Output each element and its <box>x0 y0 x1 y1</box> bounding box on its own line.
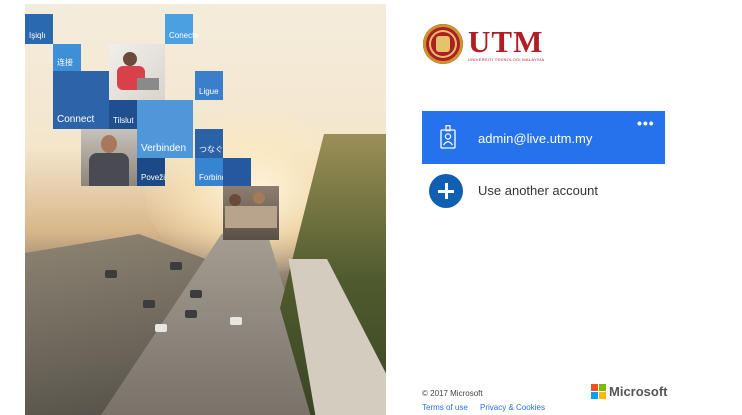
tile: Işiqlı <box>25 14 53 44</box>
photo-tile-meeting <box>223 186 279 240</box>
account-tile[interactable]: admin@live.utm.my ••• <box>422 111 665 164</box>
tile: Connect <box>53 71 109 129</box>
account-email: admin@live.utm.my <box>478 131 593 146</box>
car <box>190 290 202 298</box>
logo-subtitle: UNIVERSITI TEKNOLOGI MALAYSIA <box>468 57 545 62</box>
use-another-account-button[interactable]: Use another account <box>429 174 665 210</box>
use-another-account-label: Use another account <box>478 183 598 198</box>
tile: Forbind <box>195 158 226 186</box>
tile: Ligue <box>195 71 223 100</box>
photo-tile-man-phone <box>81 129 137 186</box>
tile: Conecte <box>165 14 199 44</box>
tile: Verbinden <box>137 100 193 158</box>
tile: Tilslut <box>109 100 137 129</box>
utm-seal-icon <box>423 24 463 64</box>
tile: 连接 <box>53 44 81 71</box>
plus-circle-icon <box>429 174 463 208</box>
tile: Poveži <box>137 158 165 186</box>
logo-wordmark: UTM <box>468 24 544 59</box>
hero-image: Işiqlı 连接 Conecte Connect Tilslut Ligue … <box>25 4 386 415</box>
utm-logo: UTM UNIVERSITI TEKNOLOGI MALAYSIA <box>423 24 553 68</box>
privacy-cookies-link[interactable]: Privacy & Cookies <box>480 403 545 412</box>
badge-person-icon <box>440 125 456 149</box>
car <box>155 324 167 332</box>
car <box>170 262 182 270</box>
microsoft-wordmark: Microsoft <box>609 384 668 399</box>
tile: つなぐ <box>195 129 223 158</box>
car <box>105 270 117 278</box>
terms-of-use-link[interactable]: Terms of use <box>422 403 468 412</box>
car <box>143 300 155 308</box>
microsoft-grid-icon <box>591 384 606 399</box>
more-options-button[interactable]: ••• <box>637 115 655 131</box>
copyright-text: © 2017 Microsoft <box>422 389 483 398</box>
tile <box>223 158 251 186</box>
photo-tile-woman-laptop <box>109 44 165 100</box>
car <box>230 317 242 325</box>
footer-links: Terms of use Privacy & Cookies <box>422 403 555 412</box>
car <box>185 310 197 318</box>
